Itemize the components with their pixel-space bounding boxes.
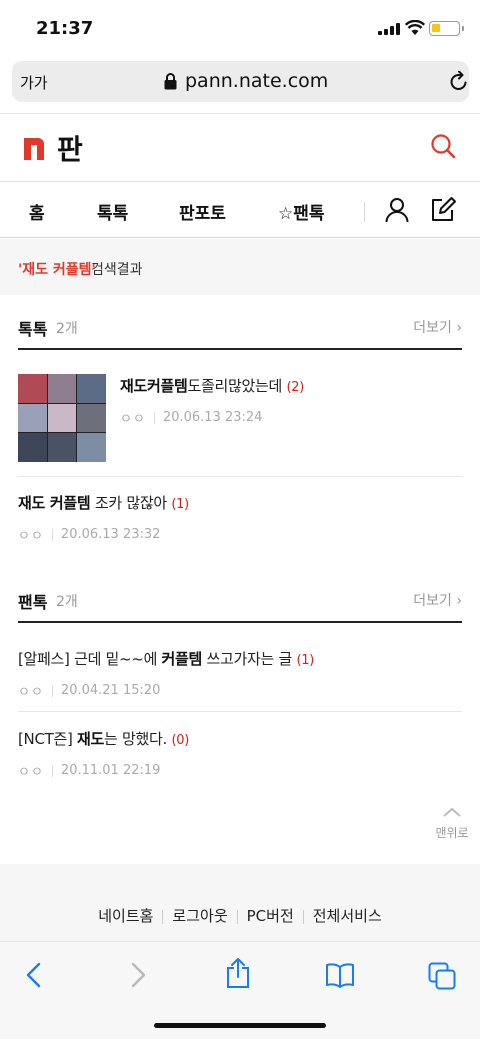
url-text[interactable]: pann.nate.com <box>185 70 328 92</box>
section-title: 팬톡 <box>18 593 48 612</box>
scroll-top-label[interactable]: 맨위로 <box>432 824 472 841</box>
list-item[interactable]: [알페스] 근데 밑~~에 커플템 쓰고가자는 글 (1) ㅇㅇ 20.04.21… <box>18 648 462 700</box>
cellular-signal-icon <box>378 23 400 35</box>
post-thumbnail[interactable] <box>18 374 106 462</box>
user-icon[interactable] <box>385 197 409 223</box>
post-author: ㅇㅇ <box>18 765 44 780</box>
text-size-button[interactable]: 가가 <box>20 72 48 93</box>
section-header-fantalk: 팬톡 2개 더보기 › <box>18 589 462 623</box>
lock-icon <box>164 73 177 90</box>
tabs-icon[interactable] <box>428 962 456 990</box>
section-count: 2개 <box>56 594 78 610</box>
more-link[interactable]: 더보기 › <box>413 317 462 337</box>
status-time: 21:37 <box>36 18 94 39</box>
post-meta: ㅇㅇ 20.06.13 23:32 <box>18 525 462 544</box>
footer-link-nate-home[interactable]: 네이트홈 <box>98 907 153 925</box>
write-icon[interactable] <box>430 196 457 223</box>
back-icon[interactable] <box>24 962 44 988</box>
post-title[interactable]: [NCT즌] 재도는 망했다. (0) <box>18 728 462 749</box>
status-bar: 21:37 <box>0 0 480 56</box>
list-item[interactable]: [NCT즌] 재도는 망했다. (0) ㅇㅇ 20.11.01 22:19 <box>18 728 462 780</box>
site-header: 판 <box>0 113 480 181</box>
wifi-icon <box>405 20 425 35</box>
footer: 네이트홈 로그아웃 PC버전 전체서비스 <box>0 864 480 942</box>
post-author: ㅇㅇ <box>18 529 44 544</box>
section-title: 톡톡 <box>18 320 48 339</box>
scroll-top-button[interactable]: 맨위로 <box>432 803 472 841</box>
comment-count: (1) <box>171 497 189 512</box>
more-link[interactable]: 더보기 › <box>413 590 462 610</box>
post-meta: ㅇㅇ 20.11.01 22:19 <box>18 761 462 780</box>
chevron-right-icon: › <box>456 320 462 336</box>
post-date: 20.11.01 22:19 <box>60 763 161 778</box>
list-item[interactable]: 재도커플템도졸리많았는데 (2) ㅇㅇ 20.06.13 23:24 <box>120 375 460 427</box>
post-title[interactable]: 재도커플템도졸리많았는데 (2) <box>120 375 460 396</box>
bookmarks-icon[interactable] <box>325 962 355 988</box>
home-indicator[interactable] <box>154 1023 326 1028</box>
search-keyword: '재도 커플템' <box>18 262 96 278</box>
list-item[interactable]: 재도 커플템 조카 많잖아 (1) ㅇㅇ 20.06.13 23:32 <box>18 492 462 544</box>
post-title[interactable]: [알페스] 근데 밑~~에 커플템 쓰고가자는 글 (1) <box>18 648 462 669</box>
nav-item-toktok[interactable]: 톡톡 <box>97 199 128 224</box>
nav-item-panphoto[interactable]: 판포토 <box>179 199 226 224</box>
footer-links: 네이트홈 로그아웃 PC버전 전체서비스 <box>0 905 480 926</box>
site-logo-text[interactable]: 판 <box>57 128 83 168</box>
post-author: ㅇㅇ <box>120 412 146 427</box>
nate-logo-icon[interactable] <box>22 136 46 160</box>
battery-icon <box>429 21 464 36</box>
search-icon[interactable] <box>430 133 456 159</box>
post-title[interactable]: 재도 커플템 조카 많잖아 (1) <box>18 492 462 513</box>
divider <box>18 476 462 477</box>
reload-icon[interactable] <box>449 71 469 92</box>
section-header-toktok: 톡톡 2개 더보기 › <box>18 316 462 350</box>
post-date: 20.04.21 15:20 <box>60 683 161 698</box>
forward-icon[interactable] <box>128 962 148 988</box>
footer-link-logout[interactable]: 로그아웃 <box>172 907 227 925</box>
search-result-header: '재도 커플템' 검색결과 <box>0 239 480 295</box>
post-date: 20.06.13 23:32 <box>60 527 161 542</box>
chevron-right-icon: › <box>456 593 462 609</box>
comment-count: (0) <box>171 733 189 748</box>
search-result-label: 검색결과 <box>91 262 143 278</box>
main-nav: 홈 톡톡 판포토 ☆팬톡 <box>0 181 480 238</box>
post-meta: ㅇㅇ 20.06.13 23:24 <box>120 408 460 427</box>
comment-count: (2) <box>286 380 305 395</box>
nav-item-home[interactable]: 홈 <box>29 199 45 224</box>
footer-link-pc-version[interactable]: PC버전 <box>247 907 294 925</box>
chevron-up-icon <box>443 807 461 817</box>
share-icon[interactable] <box>226 957 250 989</box>
post-meta: ㅇㅇ 20.04.21 15:20 <box>18 681 462 700</box>
comment-count: (1) <box>296 653 314 668</box>
section-count: 2개 <box>56 321 78 337</box>
address-bar[interactable]: 가가 pann.nate.com <box>12 61 469 102</box>
post-date: 20.06.13 23:24 <box>162 410 263 425</box>
post-author: ㅇㅇ <box>18 685 44 700</box>
nav-item-fantalk[interactable]: ☆팬톡 <box>278 199 325 224</box>
nav-divider <box>364 202 365 222</box>
footer-link-all-services[interactable]: 전체서비스 <box>313 907 382 925</box>
divider <box>18 711 462 712</box>
